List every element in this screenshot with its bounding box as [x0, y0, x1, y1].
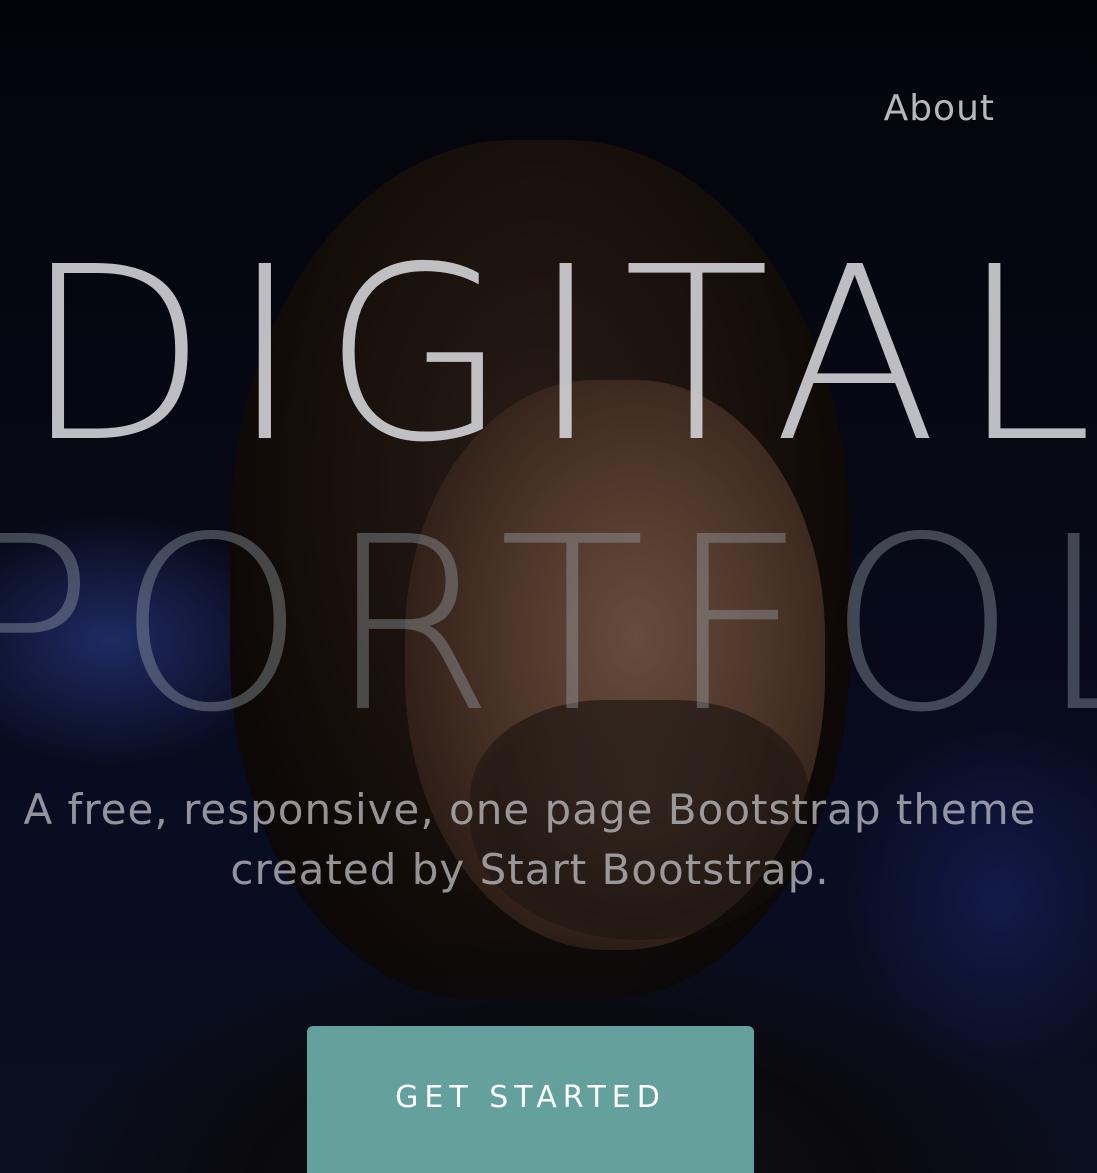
hero-title-line-2: PORTFOLIO: [0, 485, 1097, 765]
nav-link-about[interactable]: About: [884, 88, 995, 129]
masthead: About DIGITAL PORTFOLIO A free, responsi…: [0, 0, 1097, 1173]
hero-title-line-1: DIGITAL: [22, 215, 1097, 495]
hero-subtitle: A free, responsive, one page Bootstrap t…: [0, 780, 1097, 900]
hero-subtitle-line-2: created by Start Bootstrap.: [230, 845, 830, 894]
get-started-button[interactable]: GET STARTED: [307, 1026, 754, 1173]
hero-subtitle-line-1: A free, responsive, one page Bootstrap t…: [23, 785, 1037, 834]
